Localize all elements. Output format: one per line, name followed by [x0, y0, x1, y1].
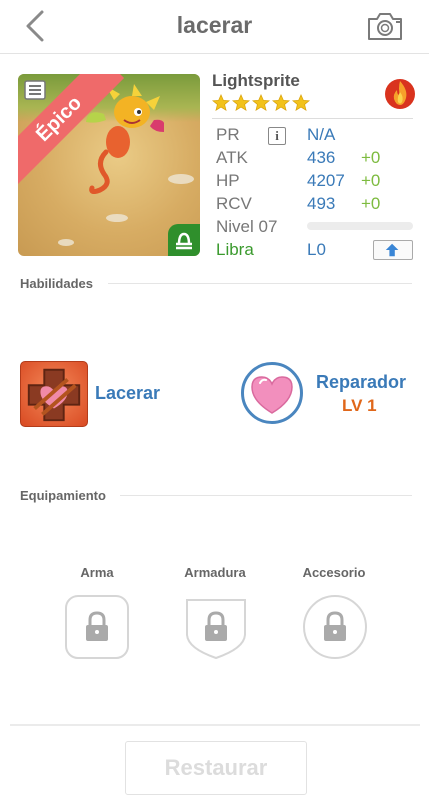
equipment-section-title: Equipamiento	[20, 488, 106, 503]
stat-value-pr: N/A	[307, 125, 336, 144]
page-title: lacerar	[176, 12, 253, 38]
info-icon[interactable]: i	[268, 127, 286, 145]
rock-decoration	[106, 214, 128, 222]
star-icon	[292, 94, 310, 111]
stat-label-atk: ATK	[216, 148, 248, 167]
star-icon	[212, 94, 230, 111]
divider	[10, 724, 420, 726]
stat-bonus-hp: +0	[361, 171, 381, 190]
upgrade-button[interactable]	[373, 240, 413, 260]
zodiac-sign-name: Libra	[216, 240, 254, 259]
lacerate-icon	[27, 368, 81, 422]
card-menu-icon[interactable]	[24, 80, 46, 100]
stat-value-rcv: 493	[307, 194, 336, 213]
fire-icon	[385, 79, 415, 109]
heart-icon	[251, 376, 293, 414]
header-bar: lacerar	[0, 0, 429, 54]
rarity-stars	[212, 94, 310, 112]
weapon-slot[interactable]	[64, 594, 130, 660]
divider	[120, 495, 412, 496]
star-icon	[232, 94, 250, 111]
level-label: Nivel 07	[216, 217, 278, 236]
star-icon	[252, 94, 270, 111]
rank-value: L0	[307, 240, 326, 259]
libra-icon	[176, 232, 192, 250]
divider	[108, 283, 412, 284]
weapon-slot-label: Arma	[80, 565, 114, 580]
stat-bonus-rcv: +0	[361, 194, 381, 213]
stat-value-hp: 4207	[307, 171, 345, 190]
armor-slot-label: Armadura	[184, 565, 246, 580]
camera-icon[interactable]	[366, 10, 404, 42]
active-skill-icon[interactable]	[20, 361, 88, 427]
skills-section-title: Habilidades	[20, 276, 93, 291]
rock-decoration	[168, 174, 194, 184]
libra-badge	[168, 224, 200, 256]
active-skill-name[interactable]: Lacerar	[95, 383, 160, 404]
monster-name: Lightsprite	[212, 71, 300, 90]
passive-skill-icon[interactable]	[241, 362, 303, 424]
passive-skill-name[interactable]: Reparador	[316, 372, 406, 393]
monster-card[interactable]: Épico	[18, 74, 200, 256]
accessory-slot[interactable]	[302, 594, 368, 660]
accessory-slot-label: Accesorio	[302, 565, 366, 580]
stat-label-pr: PR	[216, 125, 240, 144]
passive-skill-level: LV 1	[342, 396, 377, 415]
restore-button[interactable]: Restaurar	[125, 741, 307, 795]
xp-progress-bar	[307, 222, 413, 230]
stat-label-rcv: RCV	[216, 194, 252, 213]
stat-bonus-atk: +0	[361, 148, 381, 167]
star-icon	[272, 94, 290, 111]
arrow-up-icon	[385, 243, 399, 257]
divider	[212, 118, 413, 119]
rock-decoration	[58, 239, 74, 246]
stat-label-hp: HP	[216, 171, 240, 190]
stat-value-atk: 436	[307, 148, 336, 167]
armor-slot[interactable]	[183, 594, 249, 660]
